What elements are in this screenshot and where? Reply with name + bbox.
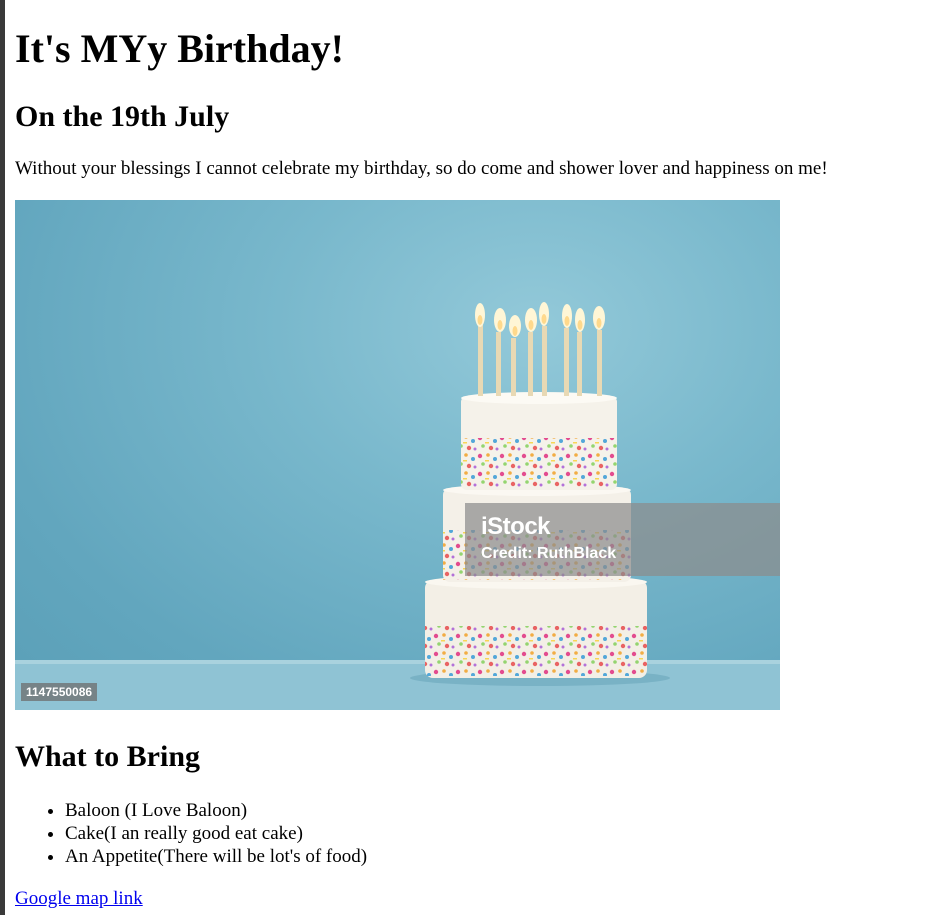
cake-illustration: [15, 302, 780, 710]
list-item: An Appetite(There will be lot's of food): [65, 845, 367, 868]
google-map-link[interactable]: Google map link: [15, 887, 143, 911]
image-id-label: 1147550086: [21, 683, 98, 701]
date-heading: On the 19th July: [15, 100, 230, 133]
bring-list: Baloon (I Love Baloon) Cake(I an really …: [15, 799, 367, 868]
page-title: It's MYy Birthday!: [15, 26, 344, 71]
window-left-edge: [0, 0, 5, 915]
list-item: Cake(I an really good eat cake): [65, 822, 367, 845]
what-to-bring-heading: What to Bring: [15, 740, 201, 773]
watermark-credit: Credit: RuthBlack: [481, 545, 617, 562]
watermark-brand: iStock: [481, 513, 551, 540]
birthday-cake-image: iStock Credit: RuthBlack 1147550086: [15, 200, 780, 710]
stock-watermark: iStock Credit: RuthBlack: [465, 503, 780, 576]
list-item: Baloon (I Love Baloon): [65, 799, 367, 822]
intro-paragraph: Without your blessings I cannot celebrat…: [15, 158, 828, 179]
